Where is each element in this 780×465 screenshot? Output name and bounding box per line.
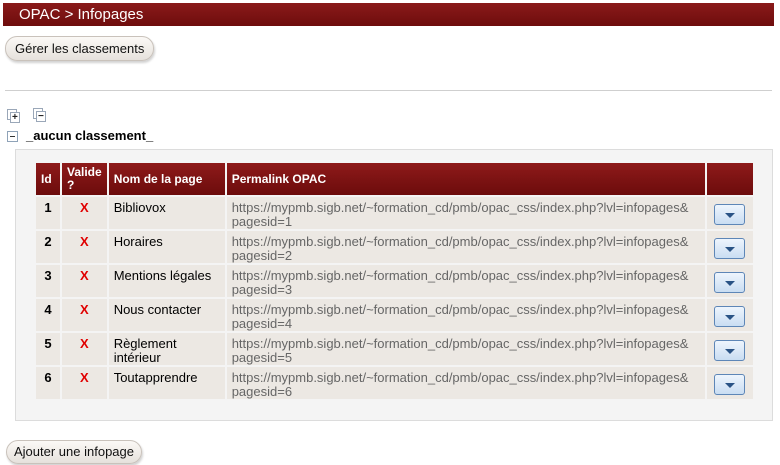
page-name: Horaires <box>108 231 225 263</box>
permalink[interactable]: https://mypmb.sigb.net/~formation_cd/pmb… <box>226 333 705 365</box>
row-id: 5 <box>36 333 60 365</box>
table-row[interactable]: 2 X Horaires https://mypmb.sigb.net/~format… <box>36 231 753 263</box>
table-header-row: Id Valide ? Nom de la page Permalink OPA… <box>36 163 753 195</box>
collapse-group-icon[interactable] <box>7 131 18 142</box>
invalid-mark-icon: X <box>62 197 107 229</box>
column-header-permalink[interactable]: Permalink OPAC <box>226 163 705 195</box>
row-id: 2 <box>36 231 60 263</box>
column-header-id[interactable]: Id <box>36 163 60 195</box>
row-actions <box>706 299 753 331</box>
invalid-mark-icon: X <box>62 299 107 331</box>
dropdown-button[interactable] <box>714 340 746 361</box>
manage-categories-button[interactable]: Gérer les classements <box>5 36 155 61</box>
invalid-mark-icon: X <box>62 333 107 365</box>
permalink[interactable]: https://mypmb.sigb.net/~formation_cd/pmb… <box>226 367 705 399</box>
dropdown-button[interactable] <box>714 204 746 225</box>
dropdown-button[interactable] <box>714 306 746 327</box>
column-header-valid[interactable]: Valide ? <box>62 163 107 195</box>
permalink[interactable]: https://mypmb.sigb.net/~formation_cd/pmb… <box>226 231 705 263</box>
page-name: Règlement intérieur <box>108 333 225 365</box>
column-header-name[interactable]: Nom de la page <box>108 163 225 195</box>
page-title: OPAC > Infopages <box>19 6 144 23</box>
table-row[interactable]: 5 X Règlement intérieur https://mypmb.sigb.… <box>36 333 753 365</box>
collapse-all-icon[interactable]: − <box>33 108 46 122</box>
row-id: 6 <box>36 367 60 399</box>
column-header-actions <box>706 163 753 195</box>
page-name: Mentions légales <box>108 265 225 297</box>
table-row[interactable]: 3 X Mentions légales https://mypmb.sigb.net… <box>36 265 753 297</box>
row-id: 4 <box>36 299 60 331</box>
row-actions <box>706 265 753 297</box>
group-label: _aucun classement_ <box>26 128 154 143</box>
table-row[interactable]: 6 X Toutapprendre https://mypmb.sigb.net/~f… <box>36 367 753 399</box>
infopages-table: Id Valide ? Nom de la page Permalink OPA… <box>34 161 755 401</box>
page-name: Nous contacter <box>108 299 225 331</box>
page-name: Toutapprendre <box>108 367 225 399</box>
dropdown-button[interactable] <box>714 238 746 259</box>
page-title-bar: OPAC > Infopages <box>3 3 774 26</box>
permalink[interactable]: https://mypmb.sigb.net/~formation_cd/pmb… <box>226 299 705 331</box>
expand-all-icon[interactable]: + <box>7 109 20 123</box>
row-actions <box>706 231 753 263</box>
invalid-mark-icon: X <box>62 265 107 297</box>
table-row[interactable]: 1 X Bibliovox https://mypmb.sigb.net/~forma… <box>36 197 753 229</box>
row-actions <box>706 367 753 399</box>
dropdown-button[interactable] <box>714 374 746 395</box>
row-id: 3 <box>36 265 60 297</box>
permalink[interactable]: https://mypmb.sigb.net/~formation_cd/pmb… <box>226 265 705 297</box>
row-actions <box>706 197 753 229</box>
invalid-mark-icon: X <box>62 367 107 399</box>
table-row[interactable]: 4 X Nous contacter https://mypmb.sigb.net/~… <box>36 299 753 331</box>
dropdown-button[interactable] <box>714 272 746 293</box>
permalink[interactable]: https://mypmb.sigb.net/~formation_cd/pmb… <box>226 197 705 229</box>
separator <box>5 90 772 91</box>
row-id: 1 <box>36 197 60 229</box>
add-infopage-button[interactable]: Ajouter une infopage <box>6 440 142 464</box>
invalid-mark-icon: X <box>62 231 107 263</box>
row-actions <box>706 333 753 365</box>
page-name: Bibliovox <box>108 197 225 229</box>
